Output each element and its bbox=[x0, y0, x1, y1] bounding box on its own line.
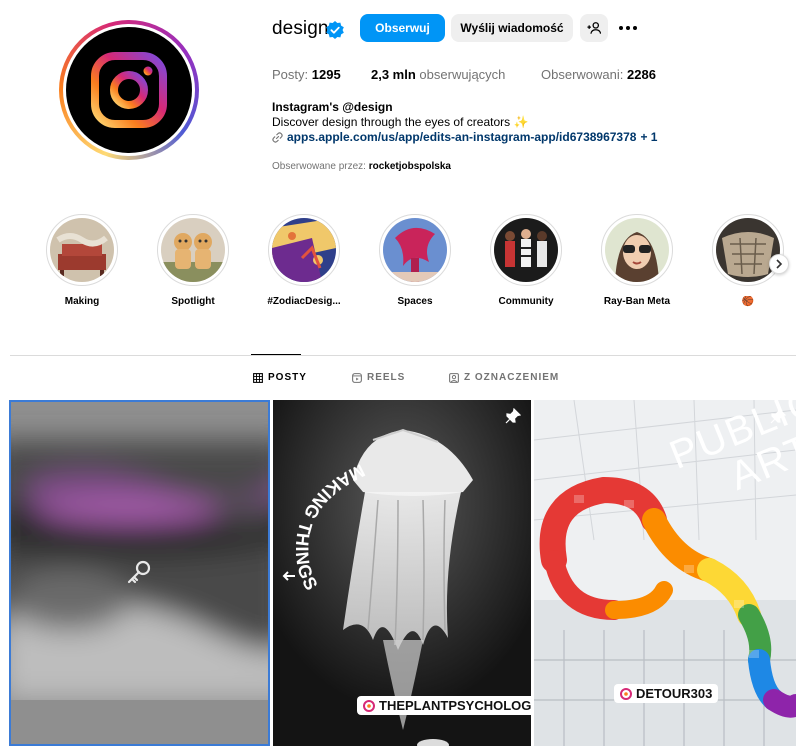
tab-tagged[interactable]: Z OZNACZENIEM bbox=[449, 372, 559, 383]
highlight-thumbnail bbox=[605, 218, 669, 282]
follow-button[interactable]: Obserwuj bbox=[360, 14, 445, 42]
bio-name: Instagram's @design bbox=[272, 100, 393, 114]
bio-text: Discover design through the eyes of crea… bbox=[272, 115, 529, 129]
instagram-mention-icon bbox=[620, 687, 632, 700]
more-options-icon bbox=[619, 26, 637, 30]
instagram-logo bbox=[66, 27, 192, 153]
grid-icon bbox=[253, 372, 263, 383]
post-tile-making-things[interactable]: MAKING THINGS THEPLANTPSYCHOLOGIST bbox=[273, 400, 531, 746]
tabs-divider bbox=[10, 355, 796, 356]
highlight-thumbnail bbox=[50, 218, 114, 282]
post-tile-public-art[interactable]: PUBLIC ART DETOUR303 bbox=[534, 400, 796, 746]
link-icon bbox=[272, 131, 283, 143]
add-person-icon bbox=[587, 22, 601, 34]
highlight-zodiac[interactable]: #ZodiacDesig... bbox=[259, 214, 349, 307]
verified-badge-icon bbox=[326, 21, 344, 39]
highlight-spaces[interactable]: Spaces bbox=[370, 214, 460, 307]
mention-sticker: DETOUR303 bbox=[614, 684, 719, 703]
tab-reels[interactable]: REELS bbox=[352, 372, 405, 383]
instagram-mention-icon bbox=[363, 699, 375, 712]
mention-sticker: THEPLANTPSYCHOLOGIST bbox=[357, 696, 531, 715]
post-tile-locked[interactable] bbox=[9, 400, 270, 746]
profile-avatar[interactable] bbox=[59, 20, 199, 160]
sparkles-emoji: ✨ bbox=[513, 115, 529, 129]
highlight-community[interactable]: Community bbox=[481, 214, 571, 307]
chevron-right-icon bbox=[776, 259, 783, 269]
highlight-spotlight[interactable]: Spotlight bbox=[148, 214, 238, 307]
highlight-thumbnail bbox=[161, 218, 225, 282]
posts-count: Posty: 1295 bbox=[272, 67, 341, 82]
highlights-next-button[interactable] bbox=[769, 254, 789, 274]
highlight-thumbnail bbox=[716, 218, 780, 282]
post-overlay-text: MAKING THINGS bbox=[281, 454, 376, 624]
tagged-icon bbox=[449, 372, 459, 383]
highlight-thumbnail bbox=[494, 218, 558, 282]
reels-icon bbox=[352, 372, 362, 383]
highlight-making[interactable]: Making bbox=[37, 214, 127, 307]
options-button[interactable] bbox=[614, 14, 642, 42]
send-message-button[interactable]: Wyślij wiadomość bbox=[451, 14, 573, 42]
following-count[interactable]: Obserwowani: 2286 bbox=[541, 67, 656, 82]
highlight-thumbnail bbox=[383, 218, 447, 282]
tab-posts[interactable]: POSTY bbox=[253, 372, 307, 383]
arrow-left-icon bbox=[282, 571, 295, 581]
bio-link[interactable]: apps.apple.com/us/app/edits-an-instagram… bbox=[272, 130, 657, 144]
followed-by[interactable]: Obserwowane przez: rocketjobspolska bbox=[272, 161, 451, 172]
key-icon bbox=[127, 560, 151, 584]
more-links[interactable]: + 1 bbox=[640, 130, 657, 144]
profile-username: design bbox=[272, 18, 329, 39]
highlight-ray-ban-meta[interactable]: Ray-Ban Meta bbox=[592, 214, 682, 307]
similar-accounts-button[interactable] bbox=[580, 14, 608, 42]
svg-text:MAKING THINGS: MAKING THINGS bbox=[292, 460, 368, 594]
active-tab-indicator bbox=[251, 354, 301, 355]
pinned-icon bbox=[770, 408, 786, 424]
followers-count[interactable]: 2,3 mln obserwujących bbox=[371, 67, 505, 82]
pinned-icon bbox=[505, 408, 521, 424]
highlight-thumbnail bbox=[272, 218, 336, 282]
